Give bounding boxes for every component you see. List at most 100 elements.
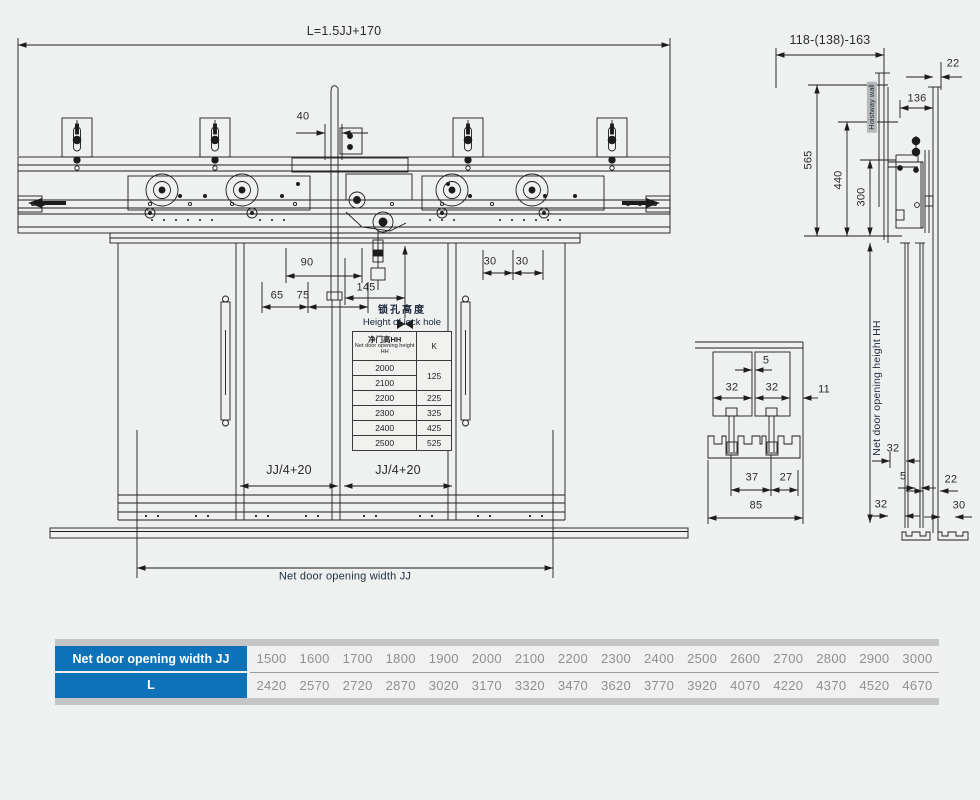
spec-value-cell: 3000 — [896, 646, 939, 671]
dim-label-75: 75 — [297, 291, 310, 302]
dim-total-width — [18, 38, 670, 156]
hanger-roller — [146, 174, 178, 206]
spec-value-cell: 4370 — [810, 673, 853, 698]
spec-value-cell: 1600 — [293, 646, 336, 671]
spec-value-cell: 2900 — [853, 646, 896, 671]
spec-header-l: L — [55, 673, 247, 698]
dim-label-27: 27 — [780, 473, 793, 484]
dim-label-90: 90 — [301, 258, 314, 269]
detail-dimensions — [708, 370, 818, 524]
spec-value-cell: 4670 — [896, 673, 939, 698]
dim-label-300: 300 — [857, 188, 868, 207]
spec-value-cell: 2300 — [595, 646, 638, 671]
spec-value-cell: 2600 — [724, 646, 767, 671]
door-closer-left — [221, 296, 230, 426]
spec-value-cell: 2400 — [638, 646, 681, 671]
dim-label-32-lower: 32 — [875, 500, 888, 511]
door-closer-right — [461, 296, 470, 426]
hanger-roller — [226, 174, 258, 206]
hanger-bar-dots — [151, 219, 561, 221]
dim-label-5-side: 5 — [900, 472, 906, 483]
lock-k-cell: 525 — [417, 436, 452, 451]
lock-hh-cell: 2000 — [353, 361, 417, 376]
lock-hh-cell: 2100 — [353, 376, 417, 391]
operator-cross-section — [888, 136, 933, 233]
rail-holes — [31, 202, 656, 205]
lock-table-title-cn: 锁孔高度 — [350, 301, 454, 316]
hanger-roller — [516, 174, 548, 206]
lock-hh-cell: 2400 — [353, 421, 417, 436]
mounting-bracket — [62, 118, 92, 170]
spec-value-cell: 3920 — [681, 673, 724, 698]
door-hangers — [128, 174, 604, 218]
spec-table: Net door opening width JJ L 150016001700… — [55, 639, 939, 705]
dim-label-40: 40 — [297, 112, 310, 123]
dim-label-11: 11 — [818, 385, 830, 396]
spec-value-cell: 3020 — [422, 673, 465, 698]
sill-profiles-section — [902, 532, 968, 540]
spec-l-row: 2420257027202870302031703320347036203770… — [250, 672, 939, 698]
panel-screws — [145, 515, 543, 517]
spec-value-cell: 4070 — [724, 673, 767, 698]
dim-label-32-upper: 32 — [887, 444, 900, 455]
lock-table-header-k: K — [417, 332, 452, 361]
dim-label-30-left: 30 — [484, 257, 497, 268]
lock-table-header-hh: 净门高HH Net door opening height HH — [353, 332, 417, 361]
mounting-bracket — [597, 118, 627, 170]
spec-value-cell: 2570 — [293, 673, 336, 698]
lock-hh-cell: 2200 — [353, 391, 417, 406]
mounting-bracket — [200, 118, 230, 170]
dim-label-panel-left: JJ/4+20 — [266, 464, 312, 477]
dim-label-32-detail-left: 32 — [726, 383, 739, 394]
spec-value-cell: 3320 — [508, 673, 551, 698]
mounting-bracket — [453, 118, 483, 170]
spec-value-cell: 3170 — [465, 673, 508, 698]
dim-label-85: 85 — [750, 501, 763, 512]
spec-value-cell: 2100 — [508, 646, 551, 671]
hanger-roller — [436, 174, 468, 206]
spec-jj-row: 1500160017001800190020002100220023002400… — [250, 646, 939, 671]
belt-tension-arrows — [28, 198, 660, 208]
lock-k-cell: 125 — [417, 361, 452, 391]
dim-label-22-top: 22 — [947, 59, 960, 70]
spec-header-jj: Net door opening width JJ — [55, 646, 247, 671]
mounting-brackets — [62, 118, 627, 170]
spec-value-cell: 4520 — [853, 673, 896, 698]
dim-label-panel-right: JJ/4+20 — [375, 464, 421, 477]
dim-label-net-opening-width: Net door opening width JJ — [279, 572, 411, 583]
spec-value-cell: 1700 — [336, 646, 379, 671]
dim-label-145: 145 — [357, 283, 376, 294]
door-panels-section — [900, 243, 925, 528]
hoistway-wall-tag: Hoistway wall — [867, 81, 877, 132]
spec-value-cell: 2870 — [379, 673, 422, 698]
spec-value-cell: 2720 — [336, 673, 379, 698]
lock-k-cell: 425 — [417, 421, 452, 436]
lock-hh-cell: 2500 — [353, 436, 417, 451]
lock-table-title-en: Height of lock hole — [350, 317, 454, 328]
lock-table-body: 200012521002200225230032524004252500525 — [353, 361, 452, 451]
spec-value-cell: 1800 — [379, 646, 422, 671]
dim-label-32-detail-right: 32 — [766, 383, 779, 394]
dim-label-30-right: 30 — [516, 257, 529, 268]
spec-value-cell: 2420 — [250, 673, 293, 698]
dim-label-30-side: 30 — [953, 501, 966, 512]
lock-hole-table: 锁孔高度 Height of lock hole 净门高HH Net door … — [350, 301, 454, 451]
spec-value-cell: 2000 — [465, 646, 508, 671]
spec-value-cell: 2200 — [551, 646, 594, 671]
spec-value-cell: 3770 — [638, 673, 681, 698]
spec-value-cell: 3470 — [551, 673, 594, 698]
dim-label-440: 440 — [834, 171, 845, 190]
drawing-sheet: L=1.5JJ+170 40 90 145 65 75 30 30 JJ/4+2… — [0, 0, 980, 800]
dim-label-65: 65 — [271, 291, 284, 302]
spec-value-cell: 3620 — [595, 673, 638, 698]
dim-label-37: 37 — [746, 473, 759, 484]
dim-label-net-opening-height: Net door opening height HH — [871, 320, 883, 455]
dim-label-22-bottom: 22 — [945, 475, 958, 486]
dim-label-5-detail: 5 — [763, 356, 769, 367]
spec-value-cell: 1500 — [250, 646, 293, 671]
operator-beam — [18, 157, 670, 233]
landing-sill — [50, 528, 688, 538]
lock-k-cell: 225 — [417, 391, 452, 406]
spec-value-cell: 2500 — [681, 646, 724, 671]
door-vane — [327, 86, 342, 300]
